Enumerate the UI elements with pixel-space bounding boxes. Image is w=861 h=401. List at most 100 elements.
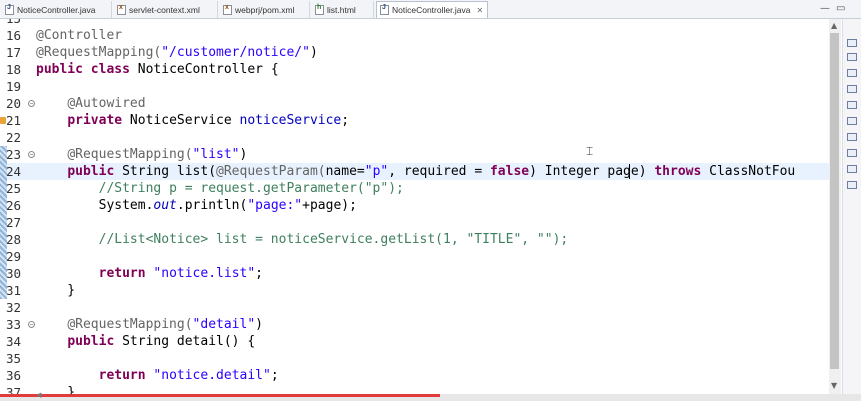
servers-icon[interactable] — [847, 101, 857, 109]
console-icon[interactable] — [847, 85, 857, 93]
minimize-icon[interactable]: — — [820, 3, 830, 14]
code-editor[interactable]: 1516@Controller17@RequestMapping("/custo… — [0, 19, 829, 394]
code-line[interactable]: 18 public class NoticeController { — [0, 61, 829, 78]
scroll-down-icon[interactable]: ▼ — [831, 381, 837, 390]
code-line[interactable]: 25 //String p = request.getParameter("p"… — [0, 180, 829, 197]
code-line[interactable]: 26 System.out.println("page:"+page); — [0, 197, 829, 214]
video-progress-bar[interactable] — [0, 394, 440, 397]
override-marker-icon — [0, 117, 6, 124]
code-line[interactable]: 21 private NoticeService noticeService; — [0, 112, 829, 129]
tab-list-html[interactable]: list.html — [312, 1, 374, 18]
tab-noticecontroller-java-1[interactable]: NoticeController.java — [2, 1, 112, 18]
code-token: ; — [270, 368, 279, 383]
tab-label: NoticeController.java — [17, 4, 96, 15]
maximize-icon[interactable]: ▭ — [836, 3, 845, 14]
code-token: name= — [325, 164, 365, 179]
code-token: NoticeService — [122, 113, 240, 128]
code-token: "notice.detail" — [153, 368, 271, 383]
code-token: return — [98, 266, 146, 281]
code-line[interactable]: 33 @RequestMapping("detail") − — [0, 316, 829, 333]
line-number: 29 — [6, 249, 22, 264]
code-line[interactable]: 36 return "notice.detail"; — [0, 367, 829, 384]
code-line[interactable]: 17 @RequestMapping("/customer/notice/") — [0, 44, 829, 61]
java-file-icon — [5, 4, 14, 15]
tab-webprj-pom-xml[interactable]: webprj/pom.xml — [220, 1, 310, 18]
scroll-up-icon[interactable]: ▲ — [831, 21, 837, 30]
vertical-scroll-thumb[interactable] — [830, 33, 839, 369]
code-line[interactable]: 37 } — [0, 384, 829, 394]
code-token: ClassNotFou — [701, 164, 796, 179]
code-token: @RequestMapping( — [67, 147, 193, 162]
code-text: @RequestMapping("list") — [36, 146, 247, 163]
line-number: 15 — [6, 19, 28, 27]
tab-label: list.html — [327, 4, 356, 15]
search-view-icon[interactable] — [847, 133, 857, 141]
line-number: 21 — [6, 113, 22, 128]
vertical-scrollbar[interactable]: ▲ ▼ — [829, 19, 841, 394]
code-token: class — [90, 62, 130, 77]
line-number: 24 — [6, 164, 22, 179]
code-token: ) — [309, 45, 318, 60]
line-number: 33 — [6, 317, 22, 332]
code-line[interactable]: 23 @RequestMapping("list") − — [0, 146, 829, 163]
code-token: } — [36, 385, 76, 394]
code-text: @Controller — [36, 27, 122, 44]
fold-collapse-icon[interactable]: − — [28, 100, 35, 107]
history-icon[interactable] — [847, 181, 857, 189]
outline-icon[interactable] — [847, 39, 857, 47]
code-line-current[interactable]: 24 public String list(@RequestParam(name… — [0, 163, 829, 180]
java-file-icon — [380, 4, 389, 15]
fold-collapse-icon[interactable]: − — [28, 321, 35, 328]
code-line[interactable]: 22 — [0, 129, 829, 146]
code-text: } — [36, 384, 75, 394]
code-line[interactable]: 29 — [0, 248, 829, 265]
line-number: 36 — [6, 368, 22, 383]
code-line[interactable]: 19 — [0, 78, 829, 95]
code-token: String list( — [114, 164, 217, 179]
code-line[interactable]: 27 — [0, 214, 829, 231]
progress-view-icon[interactable] — [847, 149, 857, 157]
code-token: @RequestMapping( — [36, 45, 162, 60]
code-text: private NoticeService noticeService; — [36, 112, 349, 129]
package-explorer-icon[interactable] — [847, 53, 857, 61]
scroll-left-icon[interactable]: ◀ — [36, 391, 41, 399]
code-token: String detail() { — [114, 334, 256, 349]
properties-icon[interactable] — [847, 117, 857, 125]
fold-collapse-icon[interactable]: − — [28, 151, 35, 158]
line-number: 22 — [6, 130, 22, 145]
horizontal-scrollbar[interactable]: ◀ — [0, 391, 861, 401]
code-text: @RequestMapping("detail") — [36, 316, 263, 333]
code-token: false — [489, 164, 530, 179]
tab-noticecontroller-java-active[interactable]: NoticeController.java ✕ — [376, 1, 488, 18]
code-line[interactable]: 30 return "notice.list"; — [0, 265, 829, 282]
code-token: throws — [654, 164, 702, 179]
code-text: public class NoticeController { — [36, 61, 279, 78]
close-icon[interactable]: ✕ — [476, 6, 483, 15]
code-text: return "notice.detail"; — [36, 367, 279, 384]
code-line[interactable]: 28 //List<Notice> list = noticeService.g… — [0, 231, 829, 248]
code-line[interactable]: 35 — [0, 350, 829, 367]
code-line[interactable]: 34 public String detail() { — [0, 333, 829, 350]
tasks-icon[interactable] — [847, 165, 857, 173]
code-token: ) — [239, 147, 248, 162]
code-token: } — [36, 283, 76, 298]
code-line[interactable]: 16 @Controller — [0, 27, 829, 44]
code-token: //List<Notice> list = noticeService.getL… — [98, 232, 569, 247]
code-line[interactable]: 32 — [0, 299, 829, 316]
tab-servlet-context-xml[interactable]: servlet-context.xml — [114, 1, 218, 18]
code-line[interactable]: 31 } — [0, 282, 829, 299]
code-line[interactable]: 20 @Autowired − — [0, 95, 829, 112]
code-token: NoticeController { — [129, 62, 279, 77]
code-token: public — [67, 334, 115, 349]
problems-icon[interactable] — [847, 69, 857, 77]
xml-file-icon — [223, 4, 232, 15]
code-token: public — [36, 62, 83, 77]
xml-file-icon — [117, 4, 126, 15]
code-token: ; — [341, 113, 350, 128]
line-number: 18 — [6, 62, 22, 77]
code-token: //String p = request.getParameter("p"); — [98, 181, 404, 196]
code-text: public String list(@RequestParam(name="p… — [36, 163, 795, 180]
